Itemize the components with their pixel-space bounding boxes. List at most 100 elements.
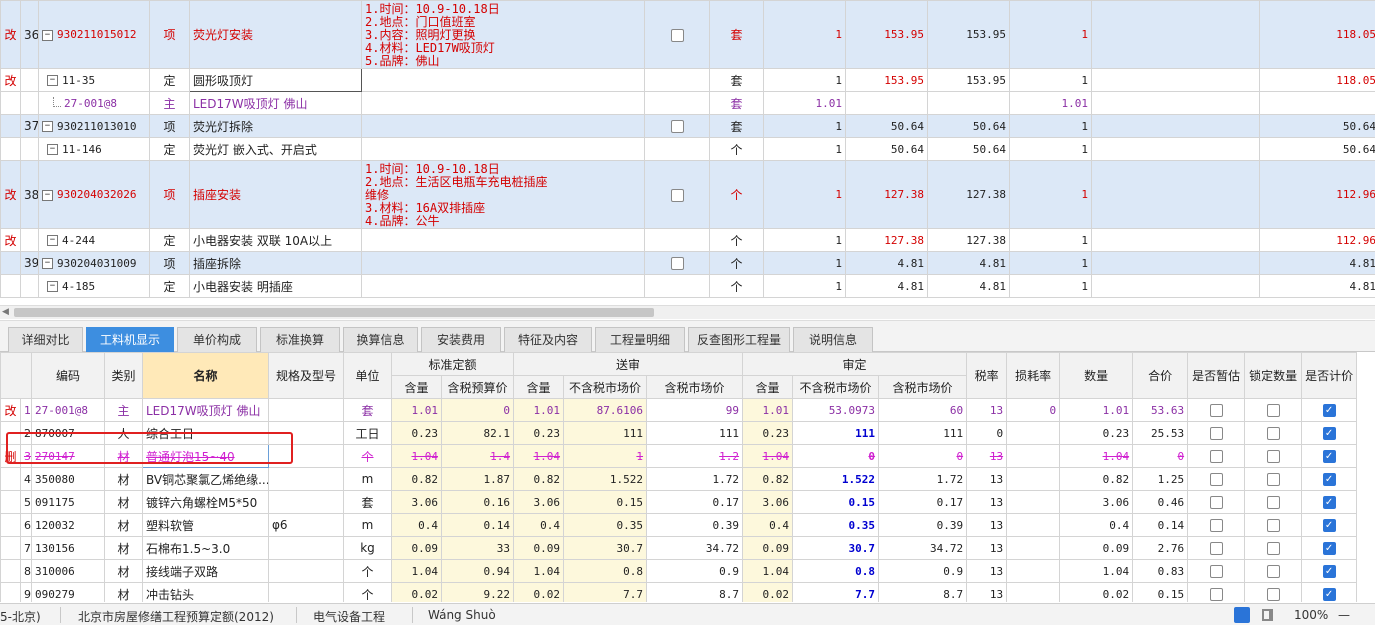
header-provisional[interactable]: 是否暂估 xyxy=(1187,352,1246,399)
header-send-tax[interactable]: 含税市场价 xyxy=(646,375,744,399)
value-h[interactable]: 0.17 xyxy=(878,490,968,514)
check-cell[interactable] xyxy=(1187,467,1246,491)
check-cell[interactable] xyxy=(1244,421,1303,445)
checkbox[interactable] xyxy=(1266,496,1280,509)
resource-spec[interactable] xyxy=(268,421,344,445)
value-h[interactable]: 60 xyxy=(878,398,968,422)
value-d[interactable]: 0.8 xyxy=(563,559,648,583)
value-h[interactable]: 111 xyxy=(878,421,968,445)
tab-2[interactable]: 单价构成 xyxy=(177,327,257,352)
checkbox[interactable] xyxy=(1266,473,1280,486)
resource-name[interactable]: LED17W吸顶灯 佛山 xyxy=(142,398,269,422)
item-row[interactable]: 改 38−930204032026 项插座安装 1.时间：10.9-10.18日 2.地… xyxy=(0,160,1375,229)
value-c[interactable]: 0.23 xyxy=(513,421,565,445)
value-f[interactable]: 0.02 xyxy=(742,582,794,602)
value-h[interactable]: 0.39 xyxy=(878,513,968,537)
value-h[interactable]: 0 xyxy=(878,444,968,468)
item-qty[interactable]: 1 xyxy=(763,160,846,229)
resource-count[interactable]: 0.4 xyxy=(1059,513,1134,537)
check-cell[interactable] xyxy=(1244,559,1303,583)
header-lock[interactable]: 锁定数量 xyxy=(1244,352,1303,399)
provisional-cell[interactable] xyxy=(644,274,710,298)
loss-rate[interactable] xyxy=(1006,444,1061,468)
tab-7[interactable]: 工程量明细 xyxy=(595,327,685,352)
header-send-notax[interactable]: 不含税市场价 xyxy=(563,375,648,399)
item-code-cell[interactable]: −930204031009 xyxy=(38,251,150,275)
resource-name[interactable]: 镀锌六角螺栓M5*50 xyxy=(142,490,269,514)
value-h[interactable]: 1.72 xyxy=(878,467,968,491)
value-c[interactable]: 0.02 xyxy=(513,582,565,602)
resource-code[interactable]: 130156 xyxy=(31,536,105,560)
header-loss[interactable]: 损耗率 xyxy=(1006,352,1061,399)
check-cell[interactable]: ✓ xyxy=(1301,398,1358,422)
header-std-qty[interactable]: 含量 xyxy=(391,375,442,399)
checkbox[interactable] xyxy=(1209,542,1223,555)
resource-row[interactable]: 6 120032 材塑料软管 φ6 m 0.4 0.14 0.4 0.35 0.39 0.4 0.35… xyxy=(0,513,1358,537)
value-g[interactable]: 0.15 xyxy=(792,490,880,514)
resource-code[interactable]: 870007 xyxy=(31,421,105,445)
item-name[interactable]: 插座拆除 xyxy=(189,251,362,275)
loss-rate[interactable] xyxy=(1006,536,1061,560)
resource-code[interactable]: 091175 xyxy=(31,490,105,514)
value-f[interactable]: 1.04 xyxy=(742,444,794,468)
resource-count[interactable]: 1.04 xyxy=(1059,559,1134,583)
check-cell[interactable] xyxy=(1244,582,1303,602)
item-row[interactable]: 27-001@8 主 LED17W吸顶灯 佛山套 1.01 1.01 xyxy=(0,91,1375,115)
tax-rate[interactable]: 0 xyxy=(966,421,1008,445)
checked-checkbox[interactable]: ✓ xyxy=(1322,496,1336,509)
header-audit-notax[interactable]: 不含税市场价 xyxy=(792,375,880,399)
resource-spec[interactable] xyxy=(268,467,344,491)
loss-rate[interactable] xyxy=(1006,513,1061,537)
value-g[interactable]: 53.0973 xyxy=(792,398,880,422)
resource-count[interactable]: 1.01 xyxy=(1059,398,1134,422)
header-std-price[interactable]: 含税预算价 xyxy=(440,375,515,399)
resource-spec[interactable] xyxy=(268,444,344,468)
header-total[interactable]: 合价 xyxy=(1132,352,1189,399)
resource-spec[interactable]: φ6 xyxy=(268,513,344,537)
item-qty[interactable]: 1 xyxy=(763,114,846,138)
item-code-cell[interactable]: −11-146 xyxy=(38,137,150,161)
resource-code[interactable]: 310006 xyxy=(31,559,105,583)
header-code[interactable]: 编码 xyxy=(31,352,105,399)
item-name[interactable]: 插座安装 xyxy=(189,160,362,229)
value-a[interactable]: 1.04 xyxy=(391,559,442,583)
resource-code[interactable]: 120032 xyxy=(31,513,105,537)
checkbox[interactable] xyxy=(1266,450,1280,463)
tab-1[interactable]: 工料机显示 xyxy=(86,327,174,352)
item-name[interactable]: LED17W吸顶灯 佛山 xyxy=(189,91,362,115)
value-e[interactable]: 1.2 xyxy=(646,444,744,468)
tab-4[interactable]: 换算信息 xyxy=(343,327,418,352)
value-f[interactable]: 1.04 xyxy=(742,559,794,583)
resource-code[interactable]: 270147 xyxy=(31,444,105,468)
provisional-cell[interactable] xyxy=(644,137,710,161)
collapse-icon[interactable]: − xyxy=(42,258,53,269)
collapse-icon[interactable]: − xyxy=(42,29,53,41)
item-name[interactable]: 小电器安装 双联 10A以上 xyxy=(189,228,362,252)
tax-rate[interactable]: 13 xyxy=(966,559,1008,583)
value-b[interactable]: 9.22 xyxy=(440,582,515,602)
value-e[interactable]: 34.72 xyxy=(646,536,744,560)
value-a[interactable]: 0.02 xyxy=(391,582,442,602)
checkbox[interactable] xyxy=(1209,496,1223,509)
provisional-cell[interactable] xyxy=(644,91,710,115)
checkbox[interactable] xyxy=(1266,427,1280,440)
checked-checkbox[interactable]: ✓ xyxy=(1322,427,1336,440)
value-c[interactable]: 3.06 xyxy=(513,490,565,514)
checkbox[interactable] xyxy=(1209,427,1223,440)
resource-code[interactable]: 350080 xyxy=(31,467,105,491)
value-c[interactable]: 0.82 xyxy=(513,467,565,491)
value-a[interactable]: 1.04 xyxy=(391,444,442,468)
value-f[interactable]: 1.01 xyxy=(742,398,794,422)
loss-rate[interactable] xyxy=(1006,421,1061,445)
header-type[interactable]: 类别 xyxy=(104,352,143,399)
check-cell[interactable]: ✓ xyxy=(1301,559,1358,583)
provisional-cell[interactable] xyxy=(644,68,710,92)
value-d[interactable]: 0.15 xyxy=(563,490,648,514)
tax-rate[interactable]: 13 xyxy=(966,513,1008,537)
collapse-icon[interactable]: − xyxy=(47,144,58,155)
check-cell[interactable] xyxy=(1244,490,1303,514)
value-h[interactable]: 8.7 xyxy=(878,582,968,602)
item-code-cell[interactable]: −930211015012 xyxy=(38,0,150,69)
resource-name[interactable]: 普通灯泡15~40 xyxy=(142,444,269,468)
value-g[interactable]: 30.7 xyxy=(792,536,880,560)
